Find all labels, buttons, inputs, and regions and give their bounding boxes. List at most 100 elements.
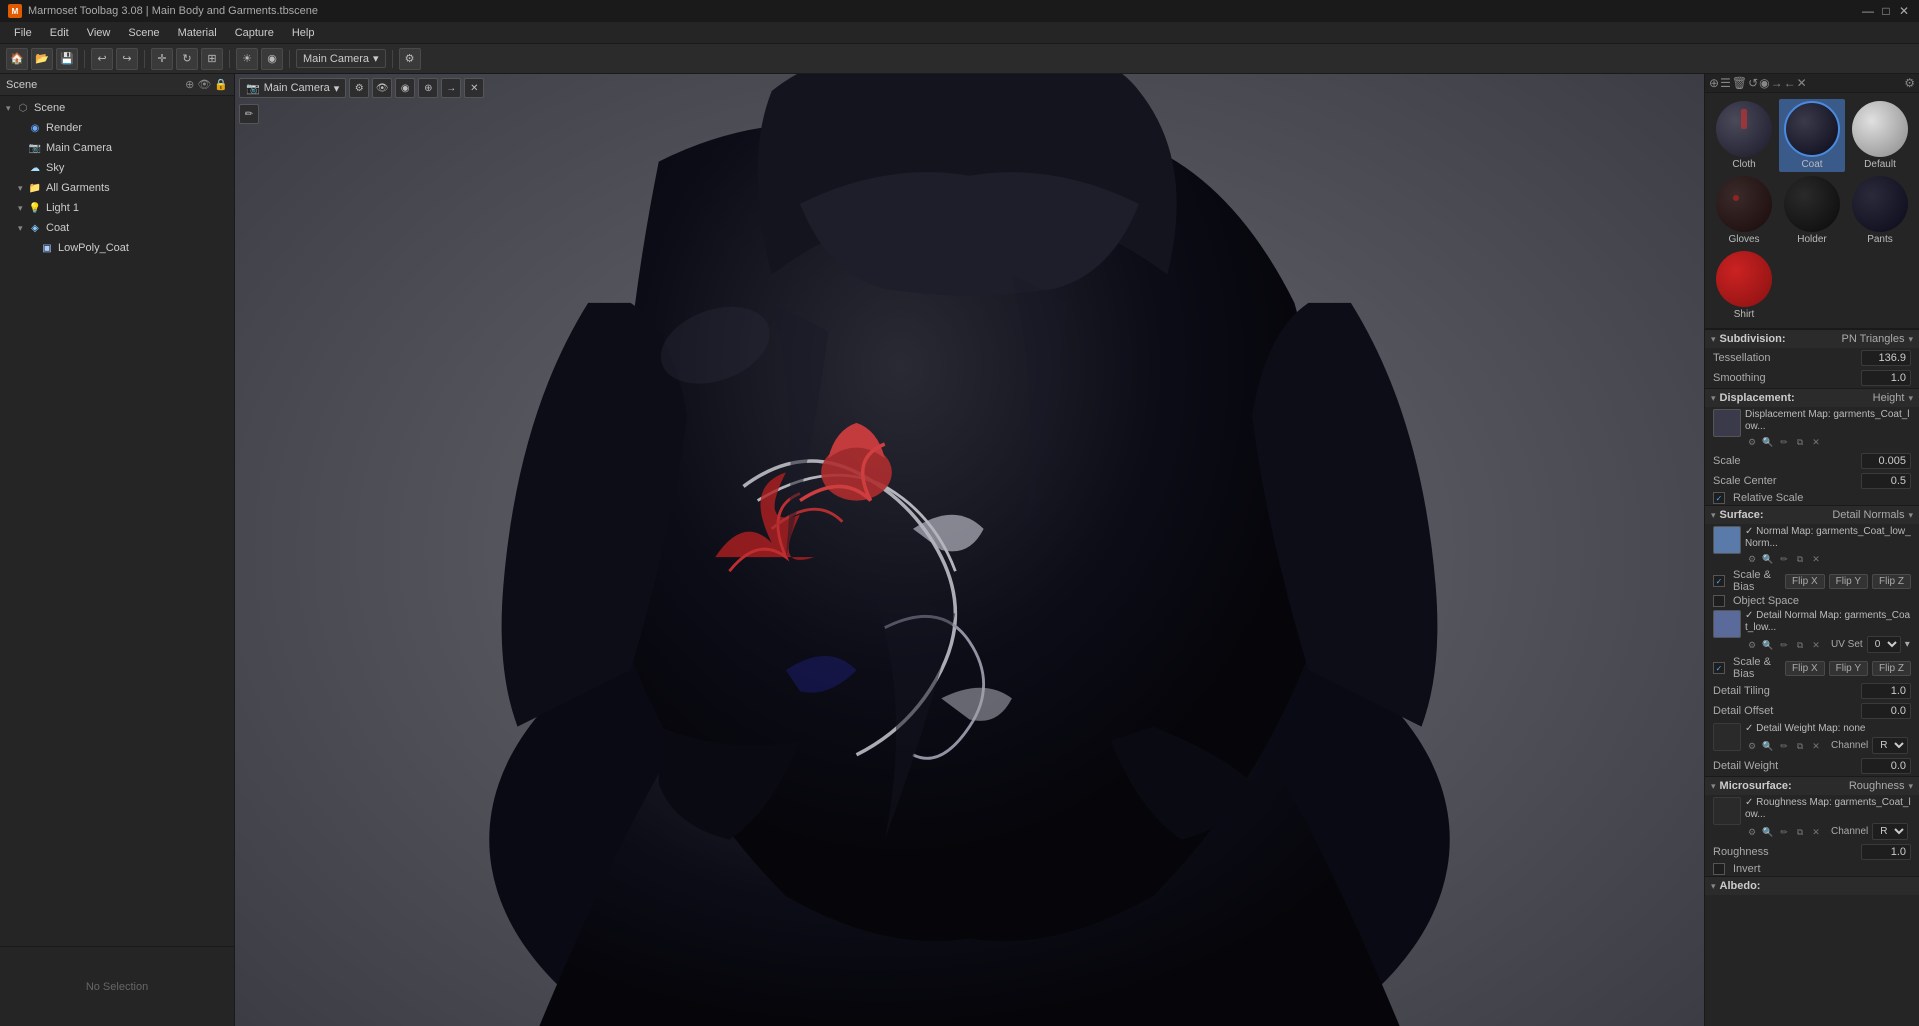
detail-weight-num-value[interactable]: 0.0: [1861, 758, 1911, 774]
rough-action-clear[interactable]: ✕: [1809, 826, 1823, 840]
surface-header[interactable]: ▾ Surface: Detail Normals ▾: [1705, 506, 1919, 524]
displacement-map-thumb[interactable]: [1713, 409, 1741, 437]
tree-item-garments[interactable]: ▾ 📁 All Garments 👁 🔒: [0, 178, 234, 198]
sphere-cloth[interactable]: Cloth: [1711, 99, 1777, 172]
toolbar-undo[interactable]: ↩: [91, 48, 113, 70]
menu-file[interactable]: File: [6, 25, 40, 41]
rough-action-copy[interactable]: ⧉: [1793, 826, 1807, 840]
roughness-value[interactable]: 1.0: [1861, 844, 1911, 860]
toolbar-scale[interactable]: ⊞: [201, 48, 223, 70]
displacement-header[interactable]: ▾ Displacement: Height ▾: [1705, 389, 1919, 407]
mat-icon-refresh[interactable]: ↺: [1748, 76, 1758, 90]
scale-center-value[interactable]: 0.5: [1861, 473, 1911, 489]
camera-selector[interactable]: 📷 Main Camera ▾: [239, 78, 346, 98]
rough-action-edit[interactable]: ✏: [1777, 826, 1791, 840]
viewport-btn-5[interactable]: →: [441, 78, 461, 98]
mat-icon-add[interactable]: ⊕: [1709, 76, 1719, 90]
lowpoly-lock[interactable]: 🔒: [214, 241, 228, 255]
toolbar-save[interactable]: 💾: [56, 48, 78, 70]
camera-eye[interactable]: 👁: [198, 141, 212, 155]
norm-action-settings[interactable]: ⚙: [1745, 552, 1759, 566]
tree-toggle-scene[interactable]: ▾: [6, 103, 16, 114]
tree-item-scene[interactable]: ▾ ⬡ Scene 👁 🔒: [0, 98, 234, 118]
toolbar-rotate[interactable]: ↻: [176, 48, 198, 70]
sphere-default[interactable]: Default: [1847, 99, 1913, 172]
toolbar-light[interactable]: ☀: [236, 48, 258, 70]
det-wt-action-edit[interactable]: ✏: [1777, 740, 1791, 754]
det-norm-action-edit[interactable]: ✏: [1777, 639, 1791, 653]
det-wt-action-copy[interactable]: ⧉: [1793, 740, 1807, 754]
scale-value[interactable]: 0.005: [1861, 453, 1911, 469]
detail-flip-y-btn[interactable]: Flip Y: [1829, 661, 1868, 676]
norm-action-edit[interactable]: ✏: [1777, 552, 1791, 566]
viewport-btn-6[interactable]: ✕: [464, 78, 484, 98]
render-eye[interactable]: 👁: [198, 121, 212, 135]
sphere-shirt[interactable]: Shirt: [1711, 249, 1777, 322]
tessellation-value[interactable]: 136.9: [1861, 350, 1911, 366]
coat-lock[interactable]: 🔒: [214, 221, 228, 235]
camera-dropdown[interactable]: Main Camera ▾: [296, 49, 386, 68]
det-norm-action-search[interactable]: 🔍: [1761, 639, 1775, 653]
invert-checkbox[interactable]: [1713, 863, 1725, 875]
scale-bias-checkbox[interactable]: [1713, 575, 1725, 587]
mat-icon-forward[interactable]: →: [1771, 76, 1783, 90]
disp-action-copy[interactable]: ⧉: [1793, 435, 1807, 449]
viewport-btn-4[interactable]: ⊕: [418, 78, 438, 98]
lowpoly-eye[interactable]: 👁: [198, 241, 212, 255]
tree-toggle-garments[interactable]: ▾: [18, 183, 28, 194]
scene-add-icon[interactable]: ⊕: [185, 78, 194, 91]
det-norm-action-clear[interactable]: ✕: [1809, 639, 1823, 653]
scene-lock[interactable]: 🔒: [214, 101, 228, 115]
viewport-btn-3[interactable]: ◉: [395, 78, 415, 98]
subdivision-mode[interactable]: PN Triangles: [1841, 333, 1904, 345]
det-wt-action-clear[interactable]: ✕: [1809, 740, 1823, 754]
det-norm-action-settings[interactable]: ⚙: [1745, 639, 1759, 653]
scene-lock-icon[interactable]: 🔒: [214, 78, 228, 91]
detail-tiling-value[interactable]: 1.0: [1861, 683, 1911, 699]
menu-material[interactable]: Material: [170, 25, 225, 41]
close-button[interactable]: ✕: [1897, 4, 1911, 18]
toolbar-move[interactable]: ✛: [151, 48, 173, 70]
menu-capture[interactable]: Capture: [227, 25, 282, 41]
window-controls[interactable]: — □ ✕: [1861, 4, 1911, 18]
det-norm-action-copy[interactable]: ⧉: [1793, 639, 1807, 653]
relative-scale-checkbox[interactable]: [1713, 492, 1725, 504]
detail-flip-z-btn[interactable]: Flip Z: [1872, 661, 1911, 676]
sphere-holder[interactable]: Holder: [1779, 174, 1845, 247]
tree-item-light1[interactable]: ▾ 💡 Light 1 👁 🔒: [0, 198, 234, 218]
toolbar-redo[interactable]: ↪: [116, 48, 138, 70]
detail-weight-channel-select[interactable]: RGBA: [1872, 737, 1908, 754]
detail-scale-bias-checkbox[interactable]: [1713, 662, 1725, 674]
disp-action-clear[interactable]: ✕: [1809, 435, 1823, 449]
sphere-coat[interactable]: Coat: [1779, 99, 1845, 172]
sphere-gloves[interactable]: Gloves: [1711, 174, 1777, 247]
garments-lock[interactable]: 🔒: [214, 181, 228, 195]
normal-map-thumb[interactable]: [1713, 526, 1741, 554]
disp-action-edit[interactable]: ✏: [1777, 435, 1791, 449]
mat-icon-render[interactable]: ◉: [1759, 76, 1769, 90]
viewport-btn-2[interactable]: 👁: [372, 78, 392, 98]
scene-eye-icon[interactable]: 👁: [197, 78, 211, 91]
disp-action-settings[interactable]: ⚙: [1745, 435, 1759, 449]
uv-set-select[interactable]: 01: [1867, 636, 1901, 653]
viewport-canvas[interactable]: 📷 Main Camera ▾ ⚙ 👁 ◉ ⊕ → ✕ ✏: [235, 74, 1704, 1026]
sky-lock[interactable]: 🔒: [214, 161, 228, 175]
rough-action-settings[interactable]: ⚙: [1745, 826, 1759, 840]
norm-action-search[interactable]: 🔍: [1761, 552, 1775, 566]
toolbar-open[interactable]: 📂: [31, 48, 53, 70]
microsurface-mode[interactable]: Roughness: [1849, 780, 1905, 792]
menu-scene[interactable]: Scene: [120, 25, 167, 41]
detail-flip-x-btn[interactable]: Flip X: [1785, 661, 1825, 676]
viewport[interactable]: 📷 Main Camera ▾ ⚙ 👁 ◉ ⊕ → ✕ ✏ Keyframes …: [235, 74, 1704, 1026]
detail-weight-thumb[interactable]: [1713, 723, 1741, 751]
det-wt-action-settings[interactable]: ⚙: [1745, 740, 1759, 754]
viewport-btn-1[interactable]: ⚙: [349, 78, 369, 98]
minimize-button[interactable]: —: [1861, 4, 1875, 18]
coat-eye[interactable]: 👁: [198, 221, 212, 235]
flip-y-btn[interactable]: Flip Y: [1829, 574, 1868, 589]
det-wt-action-search[interactable]: 🔍: [1761, 740, 1775, 754]
mat-icon-close[interactable]: ✕: [1797, 76, 1807, 90]
norm-action-copy[interactable]: ⧉: [1793, 552, 1807, 566]
displacement-mode[interactable]: Height: [1873, 392, 1905, 404]
maximize-button[interactable]: □: [1879, 4, 1893, 18]
